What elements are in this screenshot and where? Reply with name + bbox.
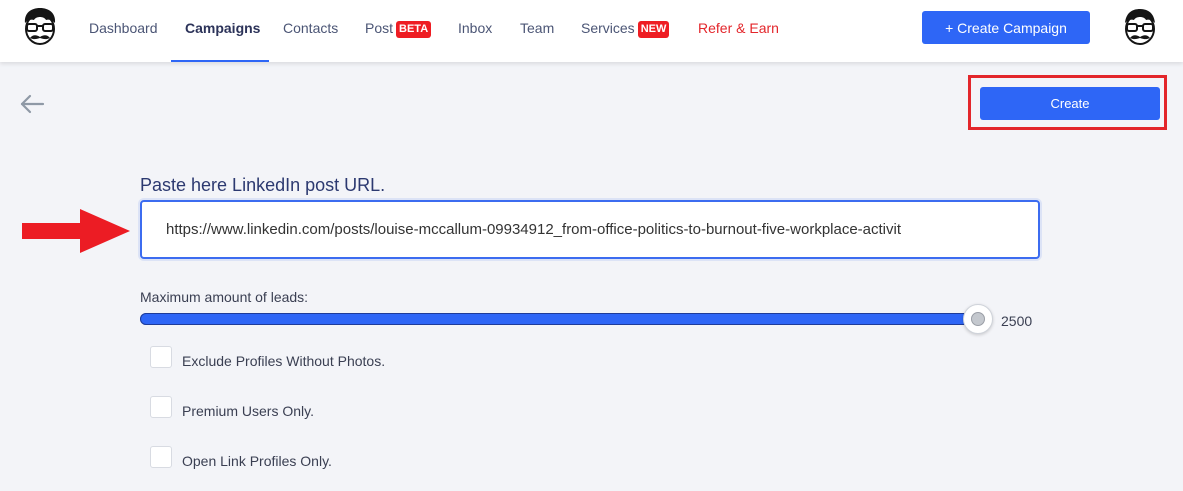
- exclude-no-photo-checkbox[interactable]: [150, 346, 172, 368]
- max-leads-label: Maximum amount of leads:: [140, 289, 309, 305]
- premium-only-checkbox[interactable]: [150, 396, 172, 418]
- max-leads-slider-track[interactable]: [140, 313, 980, 325]
- create-button[interactable]: Create: [980, 87, 1160, 120]
- open-link-only-checkbox[interactable]: [150, 446, 172, 468]
- open-link-only-label[interactable]: Open Link Profiles Only.: [182, 453, 332, 469]
- exclude-no-photo-label[interactable]: Exclude Profiles Without Photos.: [182, 353, 385, 369]
- premium-only-label[interactable]: Premium Users Only.: [182, 403, 314, 419]
- user-avatar-icon[interactable]: [1119, 5, 1161, 49]
- nav-refer-earn[interactable]: Refer & Earn: [698, 19, 779, 37]
- nav-refer-earn-label: Refer & Earn: [698, 20, 779, 36]
- linkedin-post-url-input[interactable]: [140, 200, 1040, 259]
- beta-badge: BETA: [396, 21, 432, 38]
- nav-inbox-label: Inbox: [458, 20, 493, 36]
- arrow-left-icon[interactable]: [19, 94, 45, 114]
- nav-post[interactable]: Post BETA: [365, 19, 432, 38]
- max-leads-slider-handle[interactable]: [963, 304, 993, 334]
- max-leads-value: 2500: [1001, 313, 1033, 329]
- nav-campaigns-label: Campaigns: [185, 20, 261, 36]
- red-arrow-right-icon: [22, 209, 130, 253]
- logo-icon[interactable]: [19, 5, 61, 49]
- new-badge: NEW: [637, 21, 670, 38]
- nav-contacts[interactable]: Contacts: [283, 19, 338, 37]
- nav-post-label: Post: [365, 20, 394, 36]
- nav-services-label: Services: [581, 20, 635, 36]
- top-navigation-bar: Dashboard Campaigns Contacts Post BETA In…: [0, 0, 1183, 62]
- nav-contacts-label: Contacts: [283, 20, 339, 36]
- nav-inbox[interactable]: Inbox: [458, 19, 492, 37]
- nav-campaigns[interactable]: Campaigns: [185, 19, 260, 37]
- nav-services[interactable]: Services NEW: [581, 19, 670, 38]
- nav-dashboard-label: Dashboard: [89, 20, 158, 36]
- active-tab-underline: [171, 60, 269, 62]
- nav-dashboard[interactable]: Dashboard: [89, 19, 158, 37]
- nav-team[interactable]: Team: [520, 19, 554, 37]
- create-campaign-button[interactable]: + Create Campaign: [922, 11, 1090, 44]
- nav-team-label: Team: [520, 20, 555, 36]
- url-field-label: Paste here LinkedIn post URL.: [140, 175, 386, 195]
